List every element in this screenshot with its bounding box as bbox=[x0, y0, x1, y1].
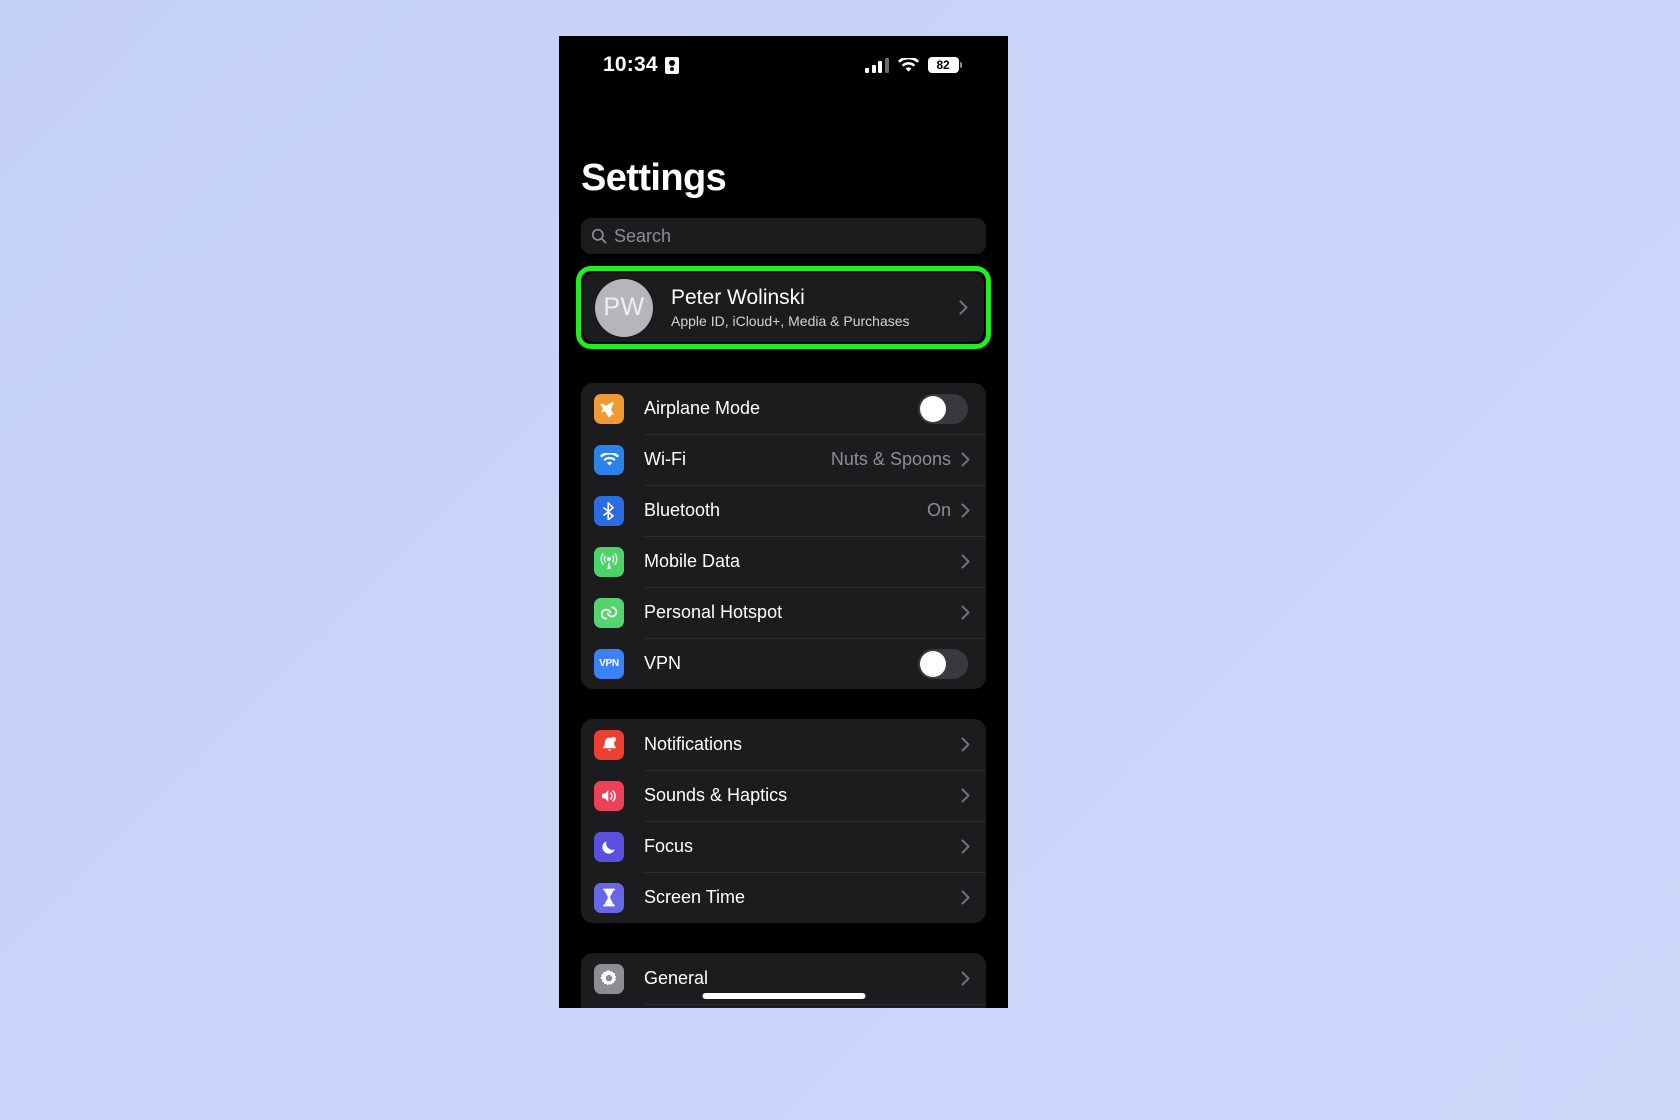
row-focus[interactable]: Focus bbox=[581, 821, 986, 872]
account-text: Peter Wolinski Apple ID, iCloud+, Media … bbox=[671, 286, 959, 329]
chevron-right-icon bbox=[961, 605, 970, 620]
settings-group-system: General bbox=[581, 953, 986, 1008]
search-placeholder: Search bbox=[614, 225, 672, 246]
status-time-group: 10:34 bbox=[603, 53, 679, 77]
row-label-wifi: Wi-Fi bbox=[644, 449, 686, 469]
phone-screen: 10:34 82 Settings Search PW Peter Wolins… bbox=[559, 36, 1008, 1008]
row-wifi[interactable]: Wi-Fi Nuts & Spoons bbox=[581, 434, 986, 485]
row-label-airplane-mode: Airplane Mode bbox=[644, 398, 761, 418]
chevron-right-icon bbox=[961, 452, 970, 467]
row-label-vpn: VPN bbox=[644, 653, 682, 673]
bluetooth-status-value: On bbox=[926, 500, 951, 520]
row-mobile-data[interactable]: Mobile Data bbox=[581, 536, 986, 587]
account-name: Peter Wolinski bbox=[671, 286, 805, 309]
battery-indicator: 82 bbox=[927, 57, 962, 73]
search-icon bbox=[591, 228, 607, 244]
row-notifications[interactable]: Notifications bbox=[581, 719, 986, 770]
row-label-notifications: Notifications bbox=[644, 734, 743, 754]
row-label-general: General bbox=[644, 968, 709, 988]
row-vpn[interactable]: VPN VPN bbox=[581, 638, 986, 689]
status-indicators: 82 bbox=[865, 57, 962, 73]
apple-account-row[interactable]: PW Peter Wolinski Apple ID, iCloud+, Med… bbox=[583, 273, 984, 342]
airplane-icon bbox=[594, 393, 624, 424]
chevron-right-icon bbox=[961, 737, 970, 752]
account-highlight-box: PW Peter Wolinski Apple ID, iCloud+, Med… bbox=[576, 266, 991, 349]
row-sounds-haptics[interactable]: Sounds & Haptics bbox=[581, 770, 986, 821]
home-indicator[interactable] bbox=[702, 993, 865, 999]
bell-icon bbox=[594, 729, 624, 760]
bluetooth-icon bbox=[594, 495, 624, 526]
status-bar: 10:34 82 bbox=[559, 36, 1008, 94]
chevron-right-icon bbox=[961, 839, 970, 854]
group-gap-2 bbox=[559, 689, 1008, 719]
chevron-right-icon bbox=[959, 300, 968, 315]
chevron-right-icon bbox=[961, 788, 970, 803]
antenna-icon bbox=[594, 546, 624, 577]
location-badge-icon bbox=[664, 56, 679, 74]
status-clock: 10:34 bbox=[603, 53, 658, 76]
row-label-personal-hotspot: Personal Hotspot bbox=[644, 602, 783, 622]
row-label-focus: Focus bbox=[644, 836, 694, 856]
row-personal-hotspot[interactable]: Personal Hotspot bbox=[581, 587, 986, 638]
row-airplane-mode[interactable]: Airplane Mode bbox=[581, 383, 986, 434]
wifi-network-value: Nuts & Spoons bbox=[830, 449, 951, 469]
battery-level-label: 82 bbox=[927, 57, 959, 73]
chevron-right-icon bbox=[961, 890, 970, 905]
settings-group-alerts: Notifications Sounds & Haptics Focus Scr… bbox=[581, 719, 986, 923]
avatar: PW bbox=[595, 278, 653, 337]
chevron-right-icon bbox=[961, 554, 970, 569]
battery-tip bbox=[960, 62, 962, 68]
gear-icon bbox=[594, 963, 624, 994]
account-subtitle: Apple ID, iCloud+, Media & Purchases bbox=[671, 313, 910, 329]
row-partial-next[interactable] bbox=[581, 1004, 986, 1008]
row-screen-time[interactable]: Screen Time bbox=[581, 872, 986, 923]
wifi-icon bbox=[897, 57, 919, 72]
group-gap-1 bbox=[559, 349, 1008, 383]
search-input[interactable]: Search bbox=[581, 218, 986, 254]
vpn-icon: VPN bbox=[594, 648, 624, 679]
group-gap-3 bbox=[559, 923, 1008, 953]
hotspot-link-icon bbox=[594, 597, 624, 628]
vpn-toggle[interactable] bbox=[918, 648, 968, 679]
moon-icon bbox=[594, 831, 624, 862]
settings-group-connectivity: Airplane Mode Wi-Fi Nuts & Spoons Blueto… bbox=[581, 383, 986, 689]
airplane-mode-toggle[interactable] bbox=[918, 393, 968, 424]
chevron-right-icon bbox=[961, 503, 970, 518]
row-label-mobile-data: Mobile Data bbox=[644, 551, 741, 571]
row-label-bluetooth: Bluetooth bbox=[644, 500, 721, 520]
cellular-signal-icon bbox=[865, 57, 889, 73]
chevron-right-icon bbox=[961, 971, 970, 986]
settings-scroll-view[interactable]: Settings Search PW Peter Wolinski Apple … bbox=[559, 94, 1008, 1008]
speaker-icon bbox=[594, 780, 624, 811]
toggle-knob bbox=[920, 395, 946, 422]
row-label-screen-time: Screen Time bbox=[644, 887, 746, 907]
row-label-sounds-haptics: Sounds & Haptics bbox=[644, 785, 788, 805]
page-title: Settings bbox=[581, 157, 727, 199]
row-bluetooth[interactable]: Bluetooth On bbox=[581, 485, 986, 536]
hourglass-icon bbox=[594, 882, 624, 913]
wifi-icon bbox=[594, 444, 624, 475]
toggle-knob bbox=[920, 650, 946, 677]
